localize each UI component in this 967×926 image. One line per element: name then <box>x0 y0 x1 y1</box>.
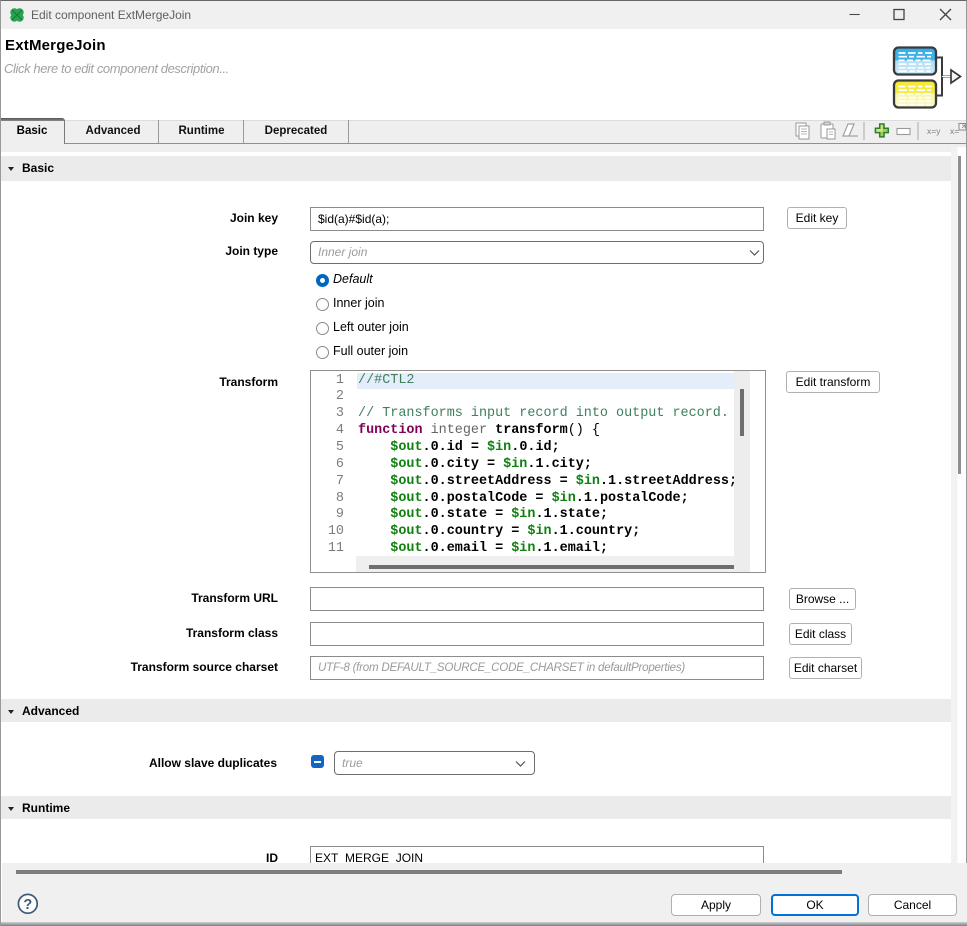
svg-text:x=y: x=y <box>927 126 941 136</box>
svg-text:?: ? <box>23 897 32 913</box>
svg-text:x=: x= <box>950 126 959 136</box>
